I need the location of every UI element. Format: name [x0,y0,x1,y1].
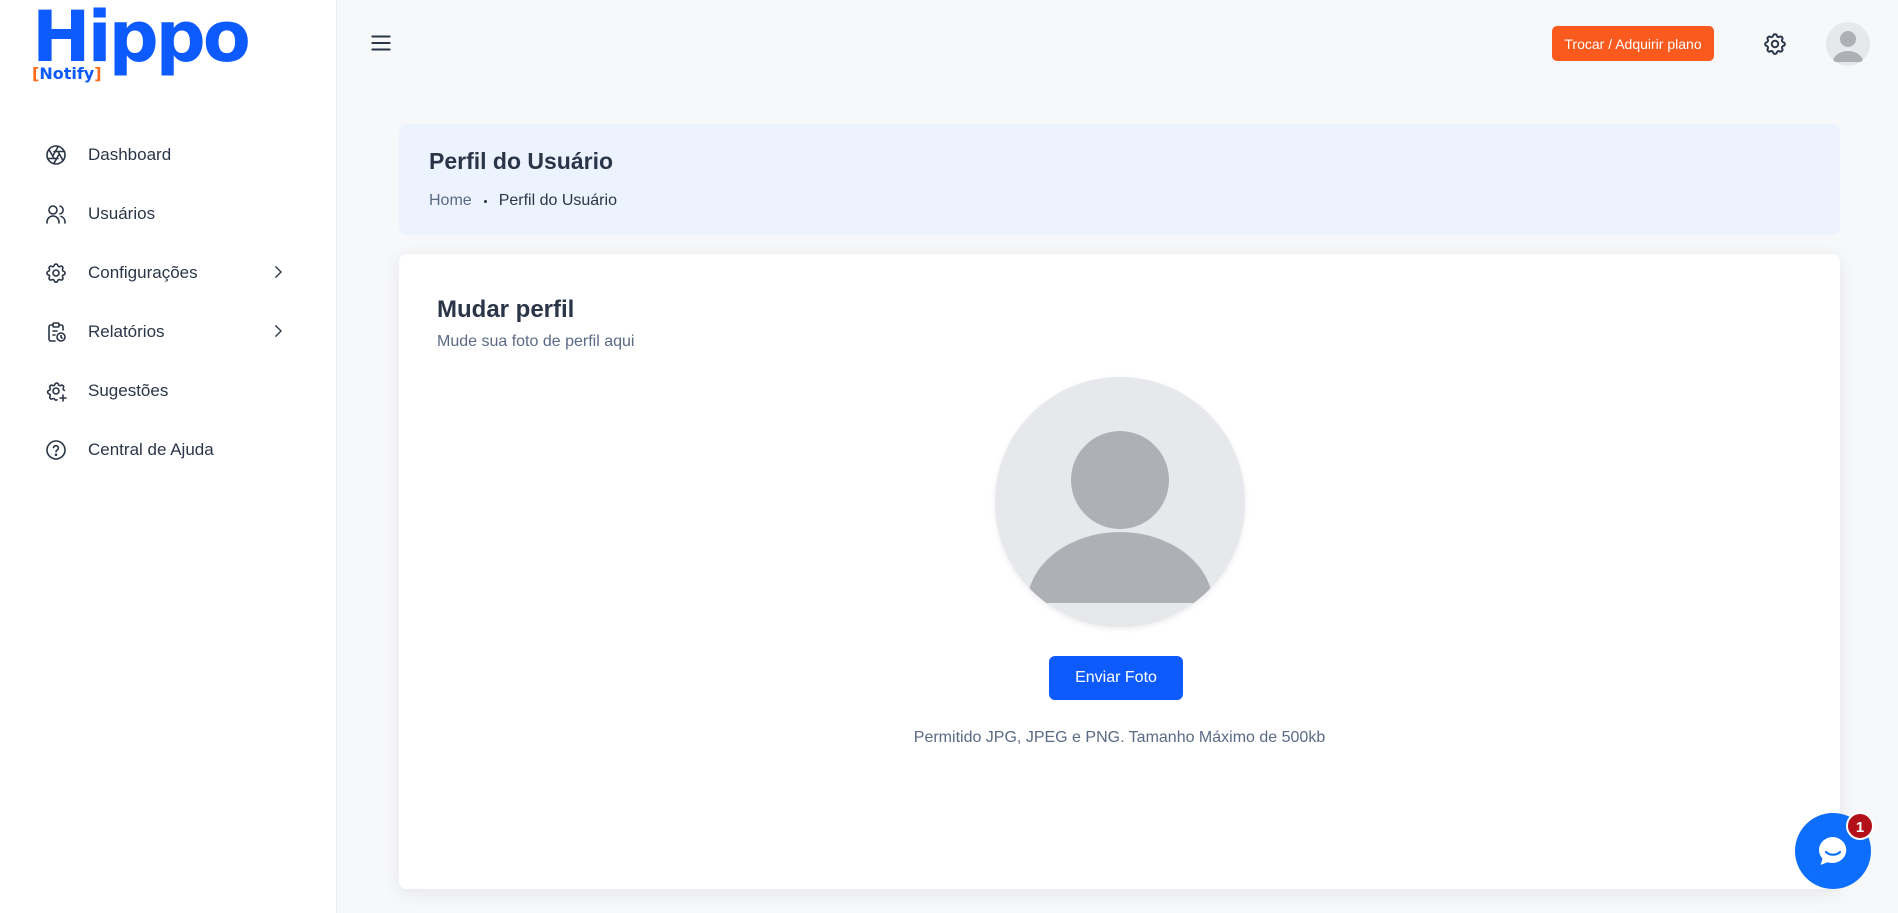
logo-subtitle: [Notify] [32,64,102,83]
upload-photo-button[interactable]: Enviar Foto [1049,656,1183,700]
sidebar-item-label: Configurações [88,262,198,282]
sidebar-item-dashboard[interactable]: Dashboard [0,125,337,184]
chat-notification-badge: 1 [1846,812,1874,840]
sidebar-item-sugestoes[interactable]: Sugestões [0,361,337,420]
logo[interactable]: Hippo [Notify] [32,2,251,86]
sidebar-item-central-de-ajuda[interactable]: Central de Ajuda [0,420,337,479]
sidebar-item-usuarios[interactable]: Usuários [0,184,337,243]
chat-bubble-icon [1818,837,1847,865]
gear-icon [44,261,68,285]
change-plan-button[interactable]: Trocar / Adquirir plano [1552,26,1714,61]
sidebar-nav: Dashboard Usuários Configurações Relatór… [0,125,337,479]
chevron-right-icon [275,325,282,337]
help-circle-icon [44,438,68,462]
logo-wordmark: Hippo [32,0,251,78]
page-title: Perfil do Usuário [429,148,614,174]
gear-plus-icon [44,379,68,403]
sidebar-item-label: Dashboard [88,144,172,164]
sidebar-item-relatorios[interactable]: Relatórios [0,302,337,361]
menu-icon[interactable] [368,30,394,56]
breadcrumb-home-link[interactable]: Home [429,192,472,210]
aperture-icon [44,143,68,167]
profile-photo-card: Mudar perfil Mude sua foto de perfil aqu… [399,254,1840,889]
profile-photo-preview [995,377,1245,627]
users-icon [44,202,68,226]
clipboard-clock-icon [44,320,68,344]
sidebar-item-label: Usuários [88,203,156,223]
breadcrumb: Home Perfil do Usuário [429,192,617,210]
avatar-placeholder-icon [1833,31,1863,62]
user-avatar[interactable] [1826,22,1870,66]
avatar-placeholder-icon [995,431,1245,627]
breadcrumb-current: Perfil do Usuário [498,192,617,209]
breadcrumb-separator [483,199,487,203]
card-subtitle: Mude sua foto de perfil aqui [437,333,635,350]
sidebar: Hippo [Notify] Dashboard Usuários Config… [0,0,337,913]
page-header: Perfil do Usuário Home Perfil do Usuário [399,124,1840,235]
card-title: Mudar perfil [437,296,575,323]
settings-gear-icon[interactable] [1762,31,1788,57]
sidebar-item-label: Relatórios [88,321,165,341]
upload-hint: Permitido JPG, JPEG e PNG. Tamanho Máxim… [913,729,1326,746]
sidebar-item-label: Central de Ajuda [88,439,214,459]
chevron-right-icon [275,266,282,278]
sidebar-item-configuracoes[interactable]: Configurações [0,243,337,302]
sidebar-item-label: Sugestões [88,380,169,400]
